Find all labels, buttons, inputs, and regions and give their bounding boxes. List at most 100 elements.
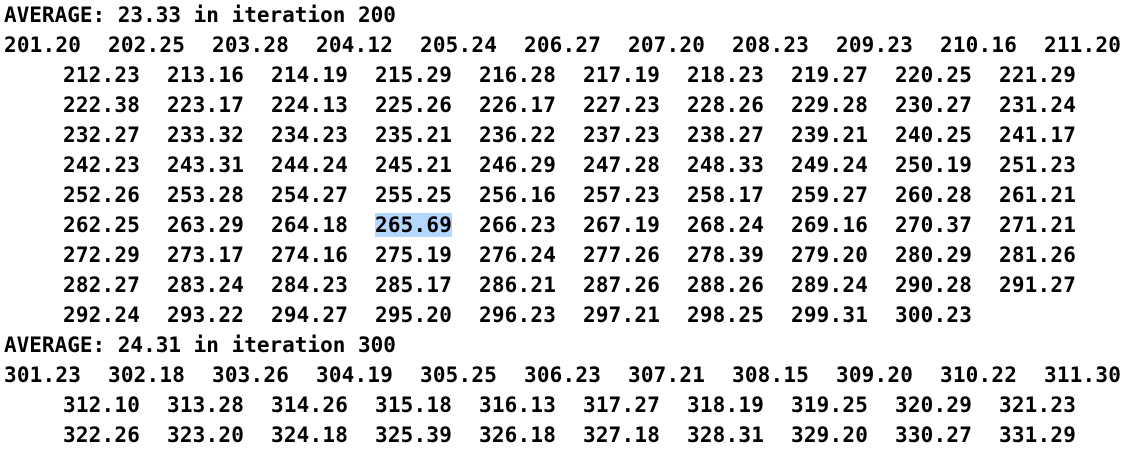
- value-text: 239.21: [791, 123, 869, 147]
- value-cell: 264.18: [271, 210, 375, 240]
- value-text: 321.23: [999, 393, 1077, 417]
- value-cell: 237.23: [583, 120, 687, 150]
- value-text: 228.26: [687, 93, 765, 117]
- value-cell: 263.29: [167, 210, 271, 240]
- value-cell: 267.19: [583, 210, 687, 240]
- value-cell: 248.33: [687, 150, 791, 180]
- value-text: 223.17: [167, 93, 245, 117]
- value-text: 307.21: [628, 363, 706, 387]
- value-text: 299.31: [791, 303, 869, 327]
- value-text: 313.28: [167, 393, 245, 417]
- value-cell: 213.16: [167, 60, 271, 90]
- value-cell: 274.16: [271, 240, 375, 270]
- value-cell: 284.23: [271, 270, 375, 300]
- value-cell: 271.21: [999, 210, 1103, 240]
- value-text: 326.18: [479, 423, 557, 447]
- value-cell: 310.22: [940, 360, 1044, 390]
- value-text: 216.28: [479, 63, 557, 87]
- value-cell: 322.26: [63, 420, 167, 450]
- value-text: 314.26: [271, 393, 349, 417]
- value-text: 311.30: [1044, 363, 1122, 387]
- value-cell: 288.26: [687, 270, 791, 300]
- value-cell: 230.27: [895, 90, 999, 120]
- value-text: 218.23: [687, 63, 765, 87]
- value-row: 322.26 323.20 324.18 325.39 326.18 327.18 328.…: [63, 420, 1103, 450]
- value-cell: 276.24: [479, 240, 583, 270]
- value-text: 202.25: [108, 33, 186, 57]
- value-text: 277.26: [583, 243, 661, 267]
- value-row: 242.23 243.31 244.24 245.21 246.29 247.28 248.…: [63, 150, 1103, 180]
- value-cell: 306.23: [524, 360, 628, 390]
- value-row: 282.27 283.24 284.23 285.17 286.21 287.26 288.…: [63, 270, 1103, 300]
- value-cell: 297.21: [583, 300, 687, 330]
- value-cell: 242.23: [63, 150, 167, 180]
- value-cell: 224.13: [271, 90, 375, 120]
- value-cell: 202.25: [108, 30, 212, 60]
- value-text: 286.21: [479, 273, 557, 297]
- value-cell: 324.18: [271, 420, 375, 450]
- value-cell: 282.27: [63, 270, 167, 300]
- value-cell: 260.28: [895, 180, 999, 210]
- value-cell: 275.19: [375, 240, 479, 270]
- value-cell: 249.24: [791, 150, 895, 180]
- value-cell: 216.28: [479, 60, 583, 90]
- value-text: 305.25: [420, 363, 498, 387]
- value-cell: 207.20: [628, 30, 732, 60]
- value-text: 230.27: [895, 93, 973, 117]
- value-text: 217.19: [583, 63, 661, 87]
- value-cell: 232.27: [63, 120, 167, 150]
- value-cell: 236.22: [479, 120, 583, 150]
- value-text: 275.19: [375, 243, 453, 267]
- value-text: 264.18: [271, 213, 349, 237]
- value-text: 324.18: [271, 423, 349, 447]
- value-cell: 316.13: [479, 390, 583, 420]
- value-text: 247.28: [583, 153, 661, 177]
- value-cell: 262.25: [63, 210, 167, 240]
- value-cell: 205.24: [420, 30, 524, 60]
- value-cell: 234.23: [271, 120, 375, 150]
- value-text: 291.27: [999, 273, 1077, 297]
- value-text: 211.20: [1044, 33, 1122, 57]
- value-cell: 308.15: [732, 360, 836, 390]
- value-cell: 326.18: [479, 420, 583, 450]
- value-text: 227.23: [583, 93, 661, 117]
- value-text: 270.37: [895, 213, 973, 237]
- value-row: 212.23 213.16 214.19 215.29 216.28 217.19 218.…: [63, 60, 1103, 90]
- value-text: 304.19: [316, 363, 394, 387]
- value-text: 250.19: [895, 153, 973, 177]
- value-cell: 214.19: [271, 60, 375, 90]
- value-text: 203.28: [212, 33, 290, 57]
- value-cell: 290.28: [895, 270, 999, 300]
- value-cell: 245.21: [375, 150, 479, 180]
- value-cell: 259.27: [791, 180, 895, 210]
- value-cell: 287.26: [583, 270, 687, 300]
- value-cell: 209.23: [836, 30, 940, 60]
- value-text: 295.20: [375, 303, 453, 327]
- value-text: 267.19: [583, 213, 661, 237]
- value-text: 258.17: [687, 183, 765, 207]
- value-row: 262.25 263.29 264.18 265.69 266.23 267.19 268.…: [63, 210, 1103, 240]
- value-cell: 289.24: [791, 270, 895, 300]
- value-text: 261.21: [999, 183, 1077, 207]
- value-row: 292.24 293.22 294.27 295.20 296.23 297.21 298.…: [63, 300, 999, 330]
- value-cell: 258.17: [687, 180, 791, 210]
- value-text: 319.25: [791, 393, 869, 417]
- value-text: 205.24: [420, 33, 498, 57]
- value-text: 201.20: [4, 33, 82, 57]
- value-text: 316.13: [479, 393, 557, 417]
- value-text: 330.27: [895, 423, 973, 447]
- value-cell: 266.23: [479, 210, 583, 240]
- value-cell: 211.20: [1044, 30, 1148, 60]
- value-cell: 313.28: [167, 390, 271, 420]
- value-text: 225.26: [375, 93, 453, 117]
- terminal-output[interactable]: AVERAGE: 23.33 in iteration 200 201.20 202…: [0, 0, 1148, 450]
- value-text: 310.22: [940, 363, 1018, 387]
- value-text: 282.27: [63, 273, 141, 297]
- value-cell: 296.23: [479, 300, 583, 330]
- value-text: 243.31: [167, 153, 245, 177]
- value-cell: 312.10: [63, 390, 167, 420]
- value-cell: 208.23: [732, 30, 836, 60]
- value-text: 259.27: [791, 183, 869, 207]
- value-cell: 304.19: [316, 360, 420, 390]
- value-text: 303.26: [212, 363, 290, 387]
